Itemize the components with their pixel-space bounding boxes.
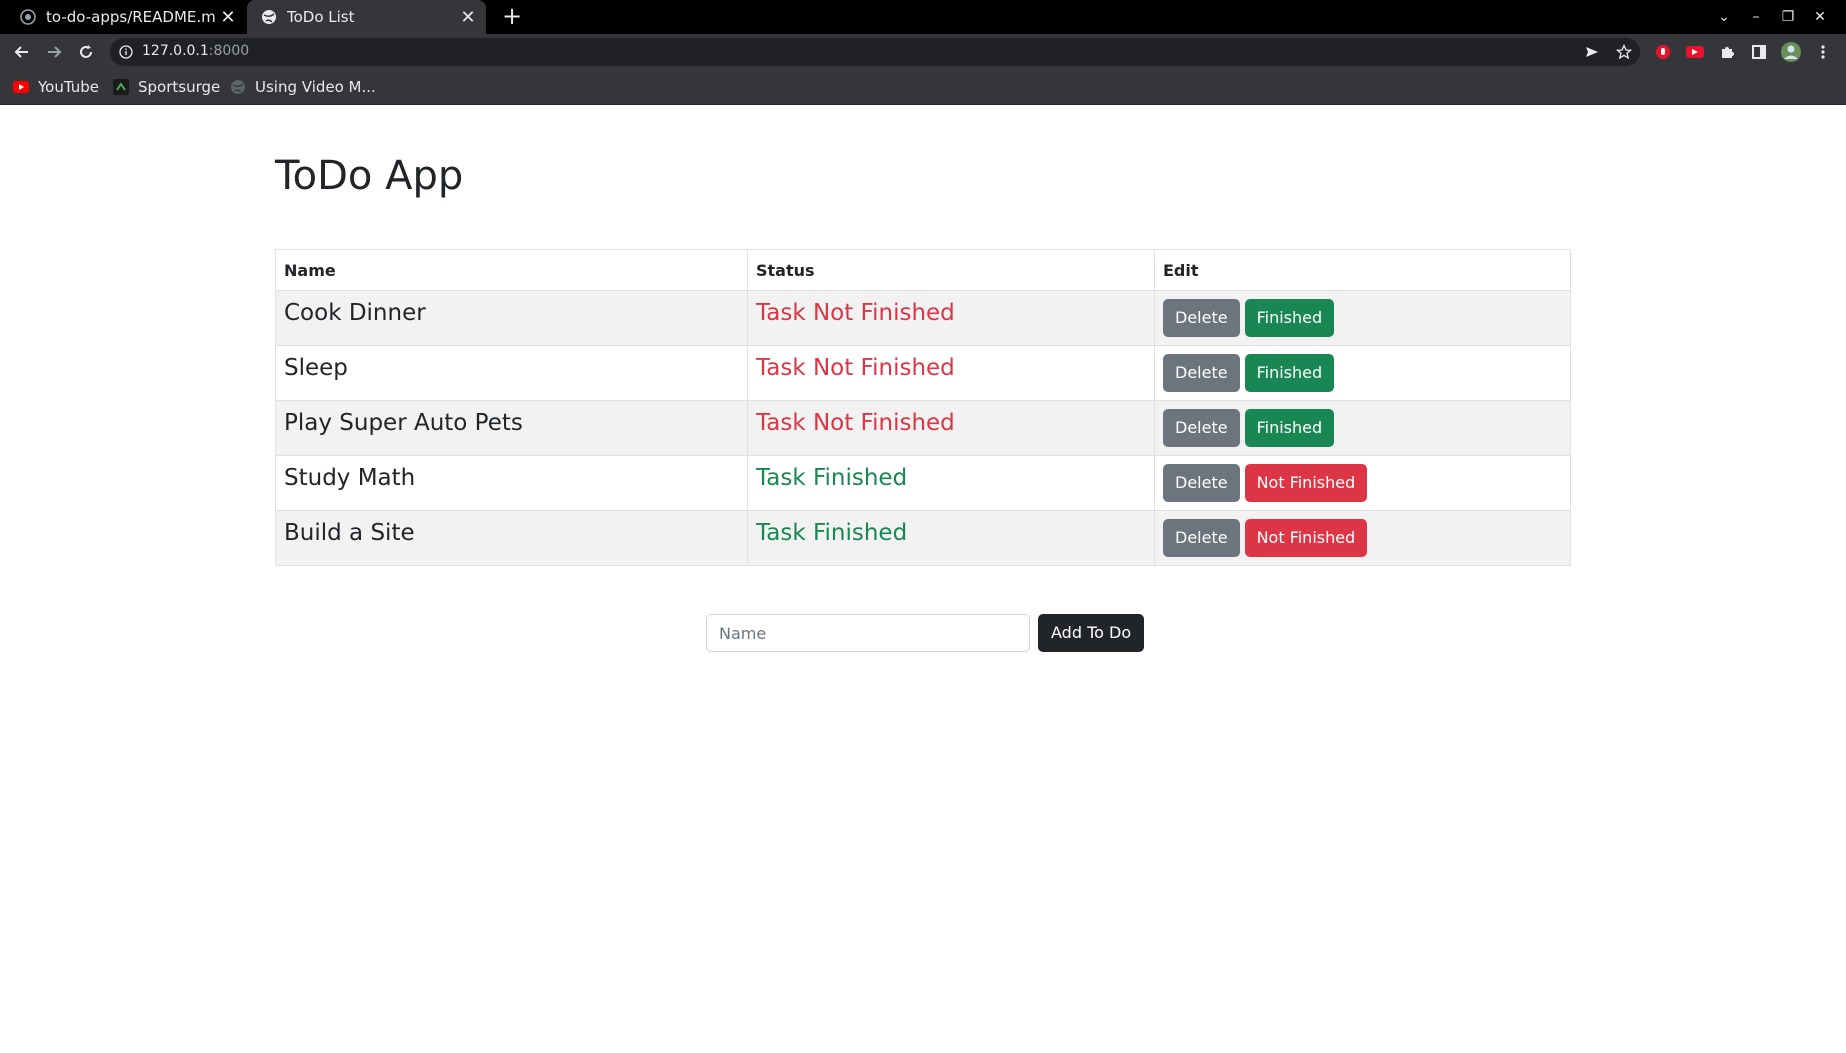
task-edit-cell: Delete Finished <box>1154 345 1571 401</box>
task-status: Task Not Finished <box>756 300 955 326</box>
add-todo-form: Add To Do <box>706 614 1145 652</box>
table-row: Sleep Task Not Finished Delete Finished <box>275 345 1571 401</box>
task-name-cell: Sleep <box>275 345 748 401</box>
task-name-cell: Build a Site <box>275 510 748 566</box>
close-icon[interactable]: ✕ <box>456 7 480 28</box>
tab-strip: to-do-apps/README.md at ✕ ToDo List ✕ + … <box>0 0 1846 34</box>
task-name: Play Super Auto Pets <box>284 410 523 436</box>
task-edit-cell: Delete Not Finished <box>1154 510 1571 566</box>
task-edit-cell: Delete Finished <box>1154 400 1571 456</box>
url-port: :8000 <box>208 43 250 59</box>
task-status-cell: Task Finished <box>747 510 1155 566</box>
table-header-row: Name Status Edit <box>275 249 1571 291</box>
sportsurge-icon <box>113 79 129 95</box>
task-name: Build a Site <box>284 520 415 546</box>
task-name-cell: Study Math <box>275 455 748 511</box>
bookmark-star-icon[interactable] <box>1610 38 1638 66</box>
task-status-cell: Task Not Finished <box>747 290 1155 346</box>
task-status: Task Not Finished <box>756 355 955 381</box>
bookmark-sportsurge[interactable]: Sportsurge <box>113 70 220 104</box>
task-name-cell: Cook Dinner <box>275 290 748 346</box>
delete-button[interactable]: Delete <box>1163 299 1240 337</box>
minimize-icon[interactable]: – <box>1740 9 1772 25</box>
task-name: Sleep <box>284 355 348 381</box>
tab-title: ToDo List <box>287 8 355 26</box>
menu-kebab-icon[interactable] <box>1808 34 1838 70</box>
delete-button[interactable]: Delete <box>1163 354 1240 392</box>
delete-button[interactable]: Delete <box>1163 409 1240 447</box>
task-name-cell: Play Super Auto Pets <box>275 400 748 456</box>
header-name: Name <box>275 249 748 291</box>
tab-readme[interactable]: to-do-apps/README.md at ✕ <box>0 0 246 34</box>
close-icon[interactable]: ✕ <box>216 7 240 28</box>
profile-avatar-icon[interactable] <box>1776 34 1806 70</box>
todo-table: Name Status Edit Cook Dinner Task Not Fi… <box>275 249 1571 566</box>
task-status: Task Finished <box>756 465 908 491</box>
table-row: Study Math Task Finished Delete Not Finis… <box>275 455 1571 511</box>
delete-button[interactable]: Delete <box>1163 464 1240 502</box>
task-status: Task Not Finished <box>756 410 955 436</box>
tab-search-icon[interactable]: ⌄ <box>1708 9 1740 25</box>
window-controls: ⌄ – ❐ ✕ <box>1708 0 1836 34</box>
github-icon <box>20 9 36 25</box>
bookmarks-bar: YouTube Sportsurge Using Video M... <box>0 70 1846 105</box>
browser-toolbar: 127.0.0.1:8000 <box>0 34 1846 70</box>
table-row: Build a Site Task Finished Delete Not Fin… <box>275 510 1571 566</box>
table-row: Play Super Auto Pets Task Not Finished D… <box>275 400 1571 456</box>
mark-not-finished-button[interactable]: Not Finished <box>1244 464 1368 502</box>
forward-icon[interactable] <box>38 34 70 70</box>
side-panel-icon[interactable] <box>1744 34 1774 70</box>
close-window-icon[interactable]: ✕ <box>1804 9 1836 25</box>
mark-finished-button[interactable]: Finished <box>1244 299 1335 337</box>
reload-icon[interactable] <box>70 34 102 70</box>
name-input[interactable] <box>706 614 1030 652</box>
task-status-cell: Task Not Finished <box>747 345 1155 401</box>
extensions-puzzle-icon[interactable] <box>1712 34 1742 70</box>
task-name: Cook Dinner <box>284 300 426 326</box>
address-bar[interactable]: 127.0.0.1:8000 <box>110 38 1640 66</box>
bookmark-label: Using Video M... <box>255 78 376 96</box>
globe-icon <box>230 79 246 95</box>
globe-icon <box>261 9 277 25</box>
maximize-icon[interactable]: ❐ <box>1772 9 1804 25</box>
task-name: Study Math <box>284 465 416 491</box>
table-row: Cook Dinner Task Not Finished Delete Fini… <box>275 290 1571 346</box>
bookmark-label: Sportsurge <box>138 78 221 96</box>
url-host: 127.0.0.1 <box>142 43 209 59</box>
url-text: 127.0.0.1:8000 <box>142 43 249 59</box>
add-todo-button[interactable]: Add To Do <box>1038 614 1145 652</box>
back-icon[interactable] <box>6 34 38 70</box>
mark-not-finished-button[interactable]: Not Finished <box>1244 519 1368 557</box>
task-edit-cell: Delete Finished <box>1154 290 1571 346</box>
task-edit-cell: Delete Not Finished <box>1154 455 1571 511</box>
send-icon[interactable] <box>1578 38 1606 66</box>
mark-finished-button[interactable]: Finished <box>1244 409 1335 447</box>
page-content: ToDo App Name Status Edit Cook Dinner Ta… <box>0 105 1846 1053</box>
mark-finished-button[interactable]: Finished <box>1244 354 1335 392</box>
tab-title: to-do-apps/README.md at <box>46 8 216 26</box>
page-title: ToDo App <box>275 153 464 199</box>
delete-button[interactable]: Delete <box>1163 519 1240 557</box>
site-info-icon[interactable] <box>118 44 134 60</box>
task-status-cell: Task Finished <box>747 455 1155 511</box>
new-tab-icon[interactable]: + <box>498 3 526 31</box>
header-edit: Edit <box>1154 249 1571 291</box>
bookmark-using-video[interactable]: Using Video M... <box>230 70 376 104</box>
bookmark-label: YouTube <box>38 78 99 96</box>
extension-video-icon[interactable] <box>1680 34 1710 70</box>
extension-red-icon[interactable] <box>1648 34 1678 70</box>
youtube-icon <box>13 79 29 95</box>
tab-todo-list[interactable]: ToDo List ✕ <box>247 0 486 34</box>
bookmark-youtube[interactable]: YouTube <box>13 70 99 104</box>
task-status: Task Finished <box>756 520 908 546</box>
task-status-cell: Task Not Finished <box>747 400 1155 456</box>
header-status: Status <box>747 249 1155 291</box>
